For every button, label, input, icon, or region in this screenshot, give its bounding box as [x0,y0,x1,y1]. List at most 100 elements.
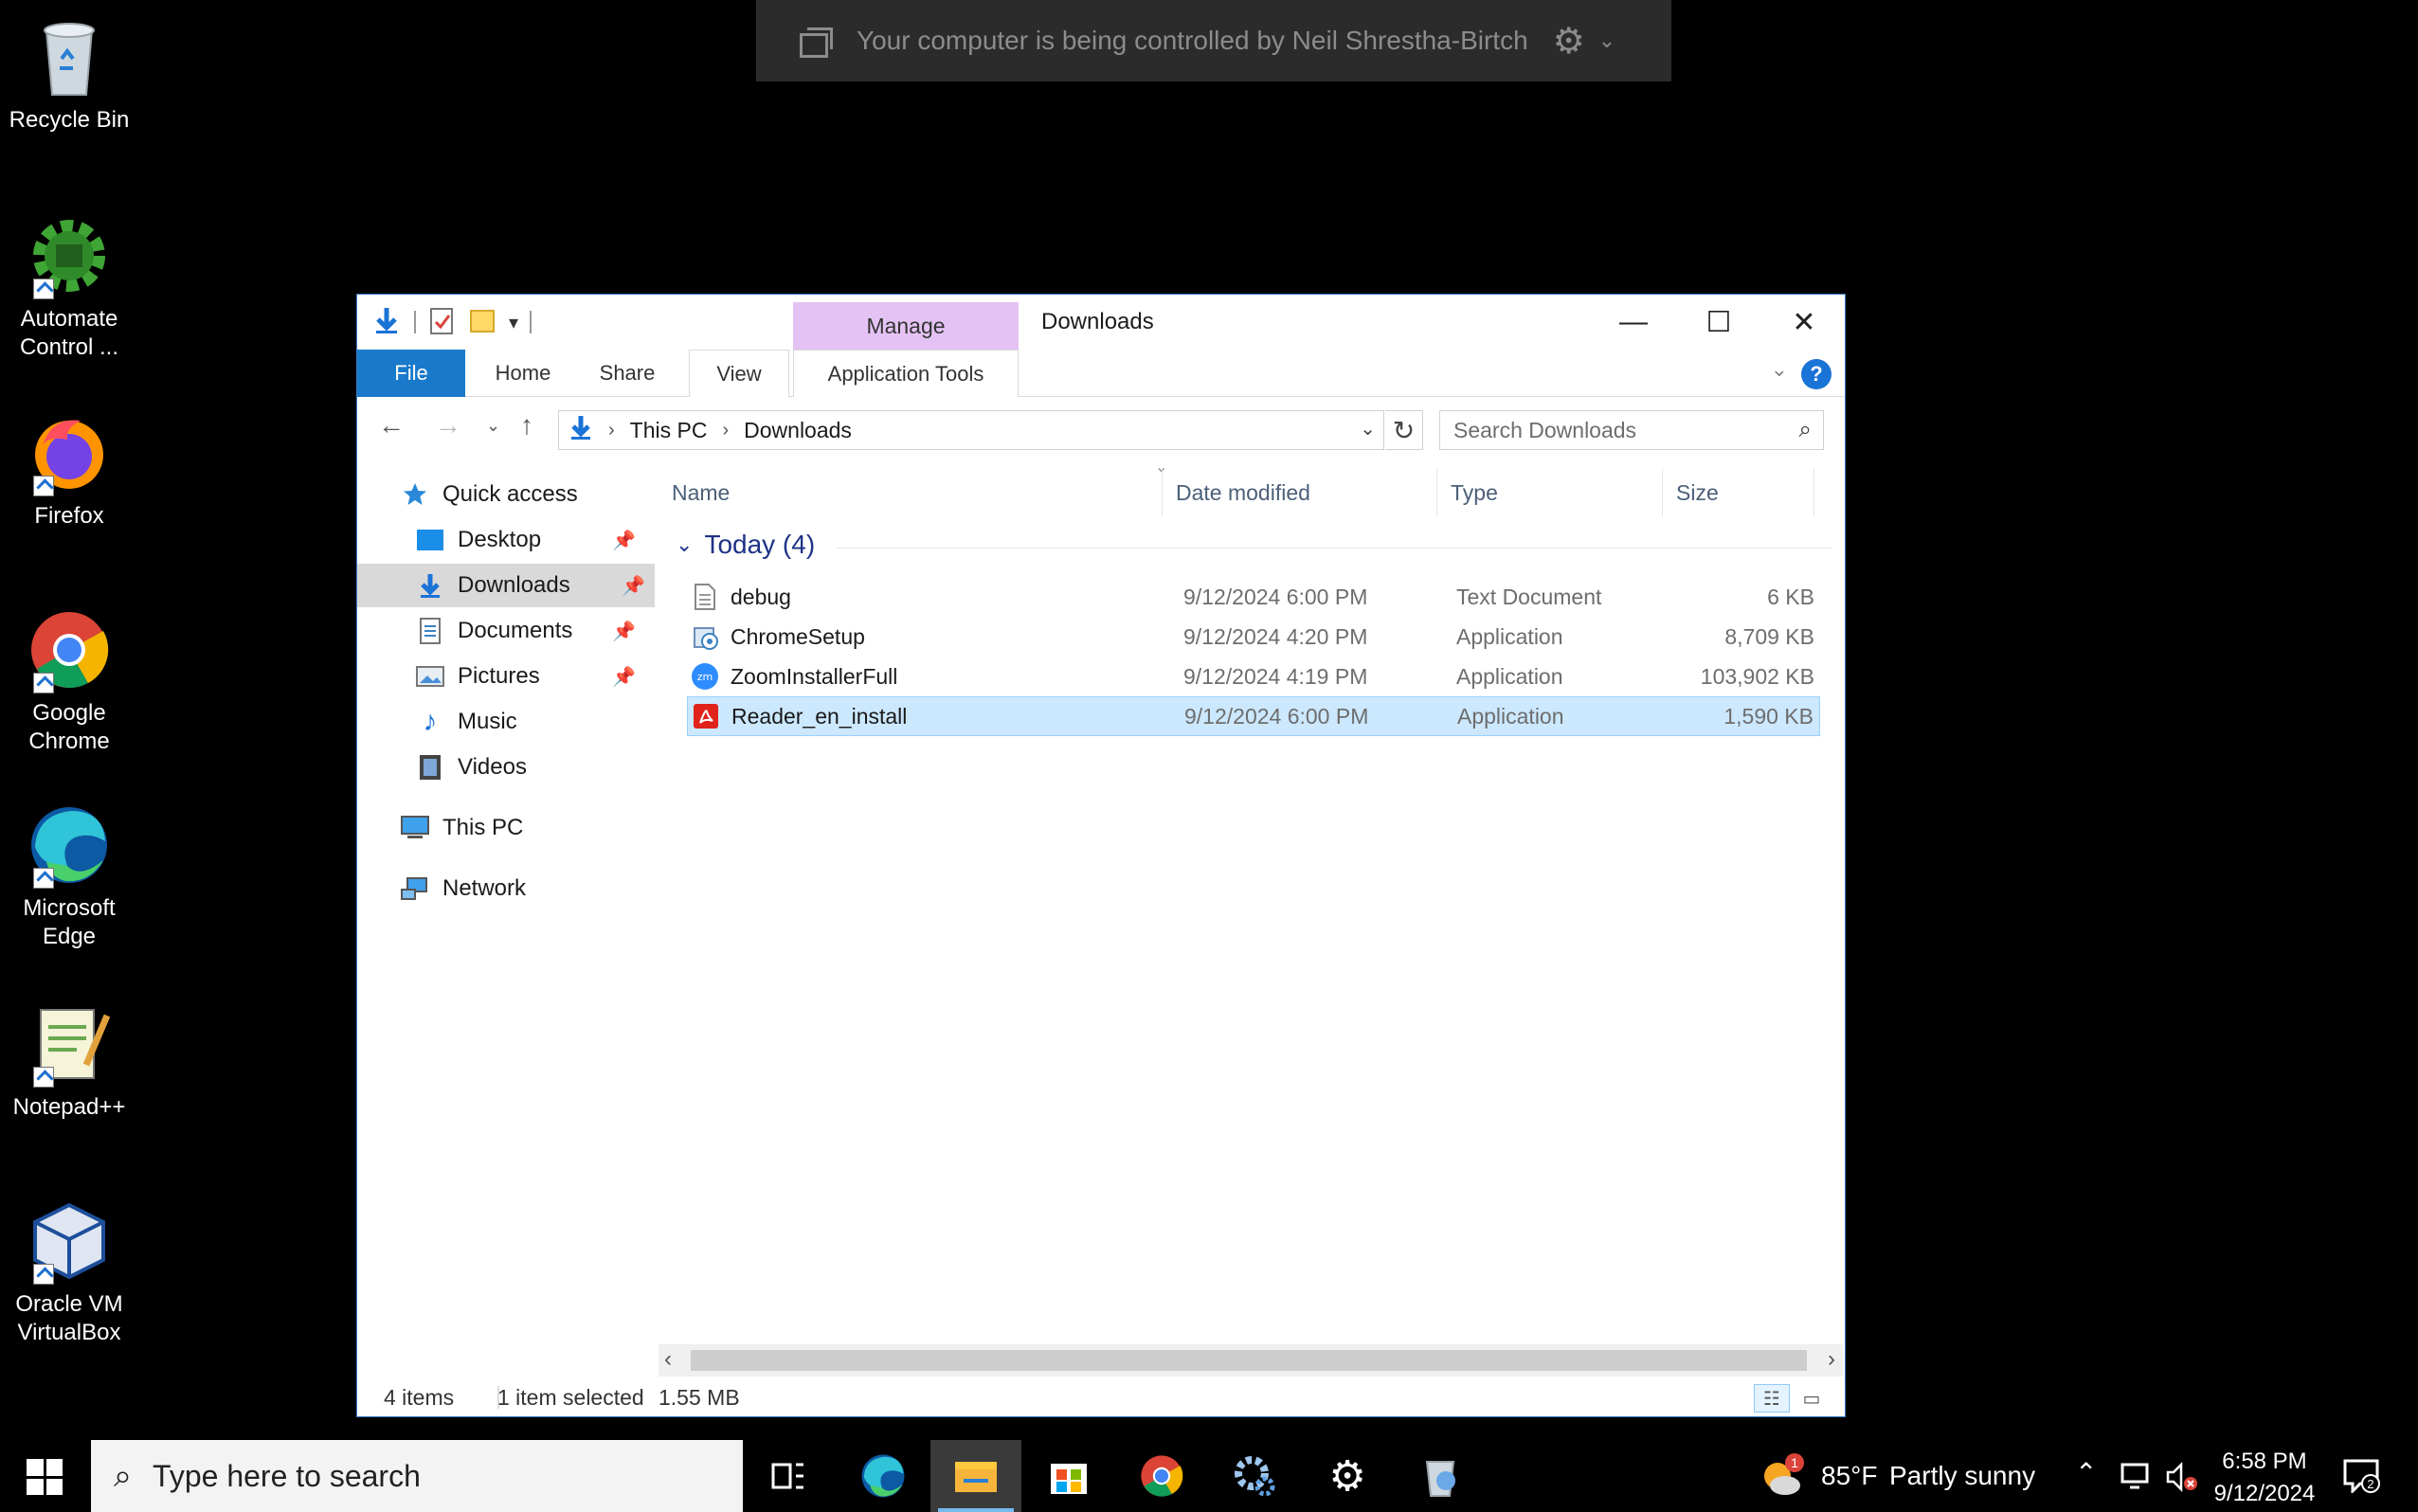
recycle-app-taskbar-icon[interactable] [1395,1440,1486,1512]
chrome-taskbar-icon[interactable] [1116,1440,1207,1512]
file-row-selected[interactable]: Reader_en_install 9/12/2024 6:00 PM Appl… [687,696,1820,736]
scroll-left-icon[interactable]: ‹ [664,1346,672,1373]
shortcut-arrow-icon [33,1264,54,1285]
up-arrow-icon[interactable]: ↑ [520,406,533,444]
pin-icon[interactable]: 📌 [612,620,636,643]
recent-locations-icon[interactable]: ⌄ [486,406,500,444]
file-size: 103,902 KB [1700,663,1814,689]
weather-condition[interactable]: Partly sunny [1889,1461,2035,1491]
breadcrumb-separator-icon[interactable]: › [722,420,729,441]
nav-desktop[interactable]: Desktop 📌 [414,518,645,562]
group-label: Today (4) [704,530,816,559]
desktop-icon-firefox[interactable]: Firefox [6,407,133,531]
chevron-down-icon[interactable]: ⌄ [1598,28,1615,53]
customize-toolbar-icon[interactable]: ▾ [509,311,518,334]
minimize-button[interactable]: — [1591,295,1676,350]
search-icon[interactable]: ⌕ [1799,417,1812,443]
tab-application-tools[interactable]: Application Tools [793,350,1019,397]
column-header-type[interactable]: Type [1437,469,1663,516]
edge-icon [24,800,115,891]
address-bar[interactable]: › This PC › Downloads ⌄ [558,410,1384,450]
edge-taskbar-icon[interactable] [838,1440,929,1512]
search-input[interactable]: Search Downloads ⌕ [1439,410,1824,450]
desktop-icon-label: Recycle Bin [9,107,130,133]
column-header-name[interactable]: Name [659,469,1163,516]
file-explorer-window: ▾ Manage Downloads — ☐ ✕ File Home Share… [356,294,1846,1417]
nav-downloads[interactable]: Downloads 📌 [357,564,655,607]
help-icon[interactable]: ? [1801,359,1832,389]
microsoft-store-icon[interactable] [1023,1440,1114,1512]
weather-temperature[interactable]: 85°F [1821,1461,1877,1491]
group-header-today[interactable]: ⌄ Today (4) [676,530,1832,560]
settings-gear-icon[interactable]: ⚙ [1302,1440,1393,1512]
installer-icon [691,622,719,651]
task-view-icon[interactable] [743,1440,834,1512]
expand-ribbon-icon[interactable]: ⌄ [1771,357,1788,382]
desktop-icon-virtualbox[interactable]: Oracle VM VirtualBox [6,1196,133,1347]
tab-file[interactable]: File [357,350,465,397]
file-row[interactable]: debug 9/12/2024 6:00 PM Text Document 6 … [687,577,1820,617]
nav-videos[interactable]: Videos [414,746,645,789]
taskbar-clock[interactable]: 6:58 PM 9/12/2024 [2208,1446,2321,1510]
nav-network[interactable]: Network [399,867,645,910]
refresh-icon[interactable]: ↻ [1385,410,1423,450]
properties-icon[interactable] [427,305,456,340]
chevron-down-icon[interactable]: ⌄ [676,532,693,557]
windows-start-icon[interactable] [27,1459,63,1495]
desktop-icon-notepad-plus-plus[interactable]: Notepad++ [6,999,133,1122]
virtualbox-icon [24,1196,115,1287]
zoom-icon: zm [691,662,719,691]
tab-view[interactable]: View [689,350,789,397]
notifications-icon[interactable]: 2 [2342,1457,2382,1495]
breadcrumb-downloads[interactable]: Downloads [744,418,852,443]
chevron-up-icon[interactable]: ⌃ [2075,1457,2097,1488]
desktop-icon-microsoft-edge[interactable]: Microsoft Edge [6,800,133,951]
scroll-right-icon[interactable]: › [1828,1346,1835,1373]
address-dropdown-icon[interactable]: ⌄ [1360,417,1376,441]
back-arrow-icon[interactable]: ← [378,406,405,444]
quick-access-toolbar: ▾ [370,302,532,342]
tab-home[interactable]: Home [471,350,575,397]
pin-icon[interactable]: 📌 [612,529,636,552]
horizontal-scrollbar[interactable]: ‹ › [659,1344,1843,1377]
file-explorer-taskbar-icon[interactable] [930,1440,1021,1512]
weather-icon[interactable]: 1 [1759,1453,1806,1501]
close-button[interactable]: ✕ [1761,295,1847,350]
volume-muted-icon[interactable] [2164,1461,2198,1498]
breadcrumb-this-pc[interactable]: This PC [630,418,708,443]
desktop-icon-recycle-bin[interactable]: Recycle Bin [6,11,133,135]
clock-time: 6:58 PM [2222,1449,2307,1474]
desktop-icon-label: Automate Control ... [19,306,119,360]
desktop-icon-google-chrome[interactable]: Google Chrome [6,604,133,756]
desktop-icon-automate[interactable]: Automate Control ... [6,210,133,362]
nav-this-pc[interactable]: This PC [399,806,645,850]
pin-icon[interactable]: 📌 [612,665,636,689]
gear-app-taskbar-icon[interactable] [1209,1440,1300,1512]
taskbar-search-input[interactable]: ⌕ Type here to search [91,1440,743,1512]
title-bar: ▾ Manage Downloads — ☐ ✕ [357,295,1845,350]
tab-share[interactable]: Share [575,350,679,397]
nav-pictures[interactable]: Pictures 📌 [414,655,645,698]
forward-arrow-icon[interactable]: → [435,406,461,444]
nav-quick-access[interactable]: Quick access [399,473,645,516]
scrollbar-thumb[interactable] [691,1350,1807,1371]
network-status-icon[interactable] [2119,1463,2151,1496]
gear-icon[interactable]: ⚙ [1553,20,1585,63]
file-row[interactable]: ChromeSetup 9/12/2024 4:20 PM Applicatio… [687,617,1820,657]
pin-icon[interactable]: 📌 [622,574,645,598]
large-icons-view-icon[interactable]: ▭ [1794,1384,1830,1413]
column-header-date-modified[interactable]: Date modified [1163,469,1437,516]
download-arrow-icon[interactable] [370,304,403,341]
nav-label: This PC [442,815,524,840]
nav-documents[interactable]: Documents 📌 [414,609,645,653]
file-row[interactable]: zm ZoomInstallerFull 9/12/2024 4:19 PM A… [687,657,1820,696]
maximize-button[interactable]: ☐ [1676,295,1761,350]
nav-label: Desktop [458,527,542,552]
nav-music[interactable]: ♪ Music [414,700,645,744]
details-view-icon[interactable]: ☷ [1754,1384,1790,1413]
new-folder-icon[interactable] [467,305,497,340]
tab-manage[interactable]: Manage [793,302,1019,350]
chrome-icon [24,604,115,695]
restore-window-icon[interactable] [800,27,833,58]
column-header-size[interactable]: Size [1663,469,1814,516]
